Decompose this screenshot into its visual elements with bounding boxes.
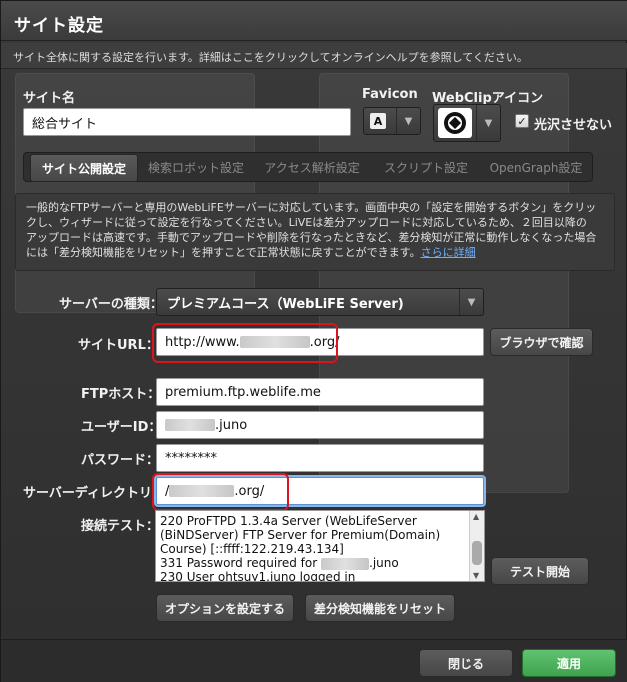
description-line: 一般的なFTPサーバーと専用のWebLiFEサーバーに対応しています。画面中央の… (26, 201, 597, 214)
log-scrollbar[interactable]: ▲ ▼ (469, 511, 484, 581)
password-label: パスワード： (81, 453, 160, 468)
site-name-label: サイト名 (23, 91, 76, 106)
redacted-mask (321, 557, 370, 570)
favicon-label: Favicon (362, 87, 418, 102)
chevron-down-icon: ▼ (396, 108, 420, 134)
chevron-down-icon: ▼ (476, 105, 500, 141)
webclip-preview-icon (438, 108, 472, 138)
description-line: には「差分検知機能をリセット」を押すことで正常状態に戻すことができます。さらに詳… (26, 246, 476, 259)
user-id-input[interactable]: .juno (156, 411, 484, 439)
redacted-mask (165, 419, 215, 431)
log-line: (BiNDServer) FTP Server for Premium(Doma… (160, 528, 441, 542)
scroll-up-icon[interactable]: ▲ (473, 512, 479, 521)
test-start-button[interactable]: テスト開始 (491, 557, 589, 585)
publish-description: 一般的なFTPサーバーと専用のWebLiFEサーバーに対応しています。画面中央の… (15, 193, 615, 271)
no-gloss-checkbox[interactable]: ✓ (515, 114, 529, 128)
ftp-host-input[interactable]: premium.ftp.weblife.me (156, 378, 484, 406)
help-text[interactable]: サイト全体に関する設定を行います。詳細はここをクリックしてオンラインヘルプを参照… (13, 49, 528, 65)
scroll-down-icon[interactable]: ▼ (473, 571, 479, 580)
site-url-label: サイトURL： (78, 338, 159, 353)
site-settings-window: サイト設定 サイト全体に関する設定を行います。詳細はここをクリックしてオンライン… (0, 0, 627, 682)
user-id-suffix: .juno (215, 417, 248, 433)
server-dir-label: サーバーディレクトリ： (23, 486, 165, 501)
browser-check-button[interactable]: ブラウザで確認 (490, 328, 593, 356)
log-line: 220 ProFTPD 1.3.4a Server (WebLifeServer (160, 514, 417, 528)
tab-access-analysis[interactable]: アクセス解析設定 (254, 153, 370, 181)
close-button[interactable]: 閉じる (419, 649, 513, 677)
highlight-box (152, 473, 289, 511)
server-type-value: プレミアムコース（WebLiFE Server) (167, 296, 404, 312)
set-options-button[interactable]: オプションを設定する (156, 594, 294, 622)
tab-site-publish[interactable]: サイト公開設定 (30, 154, 138, 182)
description-line: クし、ウィザードに従って設定を行なってください。LiVEは差分アップロードに対応… (26, 216, 587, 229)
scroll-thumb[interactable] (472, 541, 482, 565)
chevron-down-icon: ▼ (459, 289, 483, 315)
favicon-preview-icon: A (370, 113, 386, 129)
title-bar: サイト設定 (1, 1, 627, 41)
log-line: 331 Password required for .juno (160, 556, 399, 570)
apply-button[interactable]: 適用 (522, 649, 616, 677)
favicon-select[interactable]: A ▼ (363, 107, 421, 135)
log-line: Course) [::ffff:122.219.43.134] (160, 542, 344, 556)
more-details-link[interactable]: さらに詳細 (421, 246, 476, 259)
connection-test-label: 接続テスト： (81, 519, 160, 534)
webclip-select[interactable]: ▼ (433, 104, 501, 142)
password-input[interactable]: ******** (156, 444, 484, 472)
tab-opengraph[interactable]: OpenGraph設定 (482, 153, 590, 181)
connection-log[interactable]: 220 ProFTPD 1.3.4a Server (WebLifeServer… (155, 510, 485, 582)
reset-diff-detection-button[interactable]: 差分検知機能をリセット (305, 594, 455, 622)
user-id-label: ユーザーID： (81, 420, 162, 435)
tab-script[interactable]: スクリプト設定 (374, 153, 478, 181)
help-bar[interactable]: サイト全体に関する設定を行います。詳細はここをクリックしてオンラインヘルプを参照… (1, 43, 627, 69)
settings-tabs: サイト公開設定 検索ロボット設定 アクセス解析設定 スクリプト設定 OpenGr… (23, 152, 593, 182)
ftp-host-label: FTPホスト： (81, 387, 161, 402)
highlight-box (152, 323, 338, 363)
description-line: アップロードは高速です。手動でアップロードや削除を行なったときなど、差分検知が正… (26, 231, 597, 244)
server-type-select[interactable]: プレミアムコース（WebLiFE Server) ▼ (156, 288, 484, 316)
site-name-input[interactable]: 総合サイト (23, 108, 351, 136)
no-gloss-label: 光沢させない (534, 118, 613, 133)
tab-search-robot[interactable]: 検索ロボット設定 (142, 153, 250, 181)
server-type-label: サーバーの種類： (59, 297, 163, 312)
log-line: 230 User ohtsuy1.juno logged in (160, 570, 356, 582)
window-title: サイト設定 (14, 16, 104, 36)
